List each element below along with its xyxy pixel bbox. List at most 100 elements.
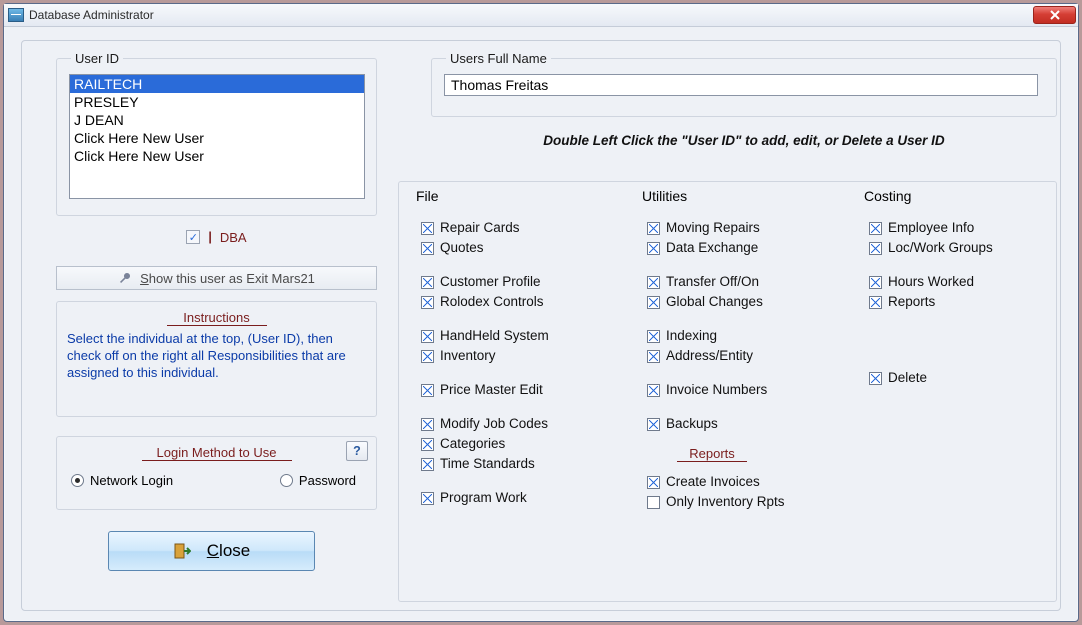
user-id-item[interactable]: J DEAN [70, 111, 364, 129]
checkbox[interactable] [647, 496, 660, 509]
checkbox[interactable] [647, 296, 660, 309]
checkbox[interactable] [647, 222, 660, 235]
perm-cost-label: Loc/Work Groups [888, 238, 993, 258]
checkbox[interactable] [421, 384, 434, 397]
perm-file-label: HandHeld System [440, 326, 549, 346]
perm-util-item[interactable]: Invoice Numbers [647, 380, 847, 400]
perm-file-label: Rolodex Controls [440, 292, 544, 312]
user-id-item[interactable]: RAILTECH [70, 75, 364, 93]
perm-util-label: Address/Entity [666, 346, 753, 366]
perm-util-label: Backups [666, 414, 718, 434]
checkbox[interactable] [421, 492, 434, 505]
show-as-exit-button[interactable]: Show this user as Exit Mars21 [56, 266, 377, 290]
checkbox[interactable] [421, 276, 434, 289]
perm-file-header: File [416, 188, 621, 204]
perm-file-item[interactable]: Categories [421, 434, 621, 454]
perm-report-item[interactable]: Create Invoices [647, 472, 847, 492]
checkbox[interactable] [421, 296, 434, 309]
checkbox[interactable] [421, 418, 434, 431]
user-id-item[interactable]: Click Here New User [70, 129, 364, 147]
perm-col-costing: Costing Employee InfoLoc/Work GroupsHour… [869, 188, 1044, 591]
fullname-legend: Users Full Name [446, 51, 551, 66]
client-area: User ID RAILTECHPRESLEYJ DEANClick Here … [21, 40, 1061, 611]
perm-util-item[interactable]: Global Changes [647, 292, 847, 312]
perm-cost-item[interactable]: Loc/Work Groups [869, 238, 1044, 258]
checkbox[interactable] [647, 384, 660, 397]
perm-delete[interactable]: Delete [869, 368, 1044, 388]
perm-file-item[interactable]: Quotes [421, 238, 621, 258]
checkbox[interactable] [869, 296, 882, 309]
checkbox[interactable] [647, 330, 660, 343]
perm-file-item[interactable]: HandHeld System [421, 326, 621, 346]
login-opt-password[interactable]: Password [280, 473, 356, 488]
perm-costing-header: Costing [864, 188, 1044, 204]
checkbox[interactable] [869, 276, 882, 289]
perm-util-item[interactable]: Indexing [647, 326, 847, 346]
perm-util-item[interactable]: Backups [647, 414, 847, 434]
checkbox[interactable] [869, 242, 882, 255]
perm-util-label: Data Exchange [666, 238, 758, 258]
dba-label: DBA [220, 230, 247, 245]
perm-file-item[interactable]: Customer Profile [421, 272, 621, 292]
perm-util-label: Global Changes [666, 292, 763, 312]
perm-util-item[interactable]: Data Exchange [647, 238, 847, 258]
perm-file-item[interactable]: Program Work [421, 488, 621, 508]
checkbox[interactable] [869, 372, 882, 385]
user-id-item[interactable]: PRESLEY [70, 93, 364, 111]
perm-util-item[interactable]: Moving Repairs [647, 218, 847, 238]
login-opt-network-label: Network Login [90, 473, 173, 488]
perm-file-item[interactable]: Rolodex Controls [421, 292, 621, 312]
perm-file-item[interactable]: Modify Job Codes [421, 414, 621, 434]
fullname-input[interactable]: Thomas Freitas [444, 74, 1038, 96]
checkbox[interactable] [421, 242, 434, 255]
checkbox[interactable] [421, 350, 434, 363]
perm-util-label: Transfer Off/On [666, 272, 759, 292]
dba-row: ✓ | DBA [56, 225, 377, 249]
perm-file-item[interactable]: Repair Cards [421, 218, 621, 238]
window-close-button[interactable] [1033, 6, 1076, 24]
checkbox[interactable] [421, 438, 434, 451]
perm-file-item[interactable]: Price Master Edit [421, 380, 621, 400]
radio-password[interactable] [280, 474, 293, 487]
close-button[interactable]: Close [108, 531, 315, 571]
user-id-hint: Double Left Click the "User ID" to add, … [431, 133, 1057, 148]
perm-report-item[interactable]: Only Inventory Rpts [647, 492, 847, 512]
login-opt-network[interactable]: Network Login [71, 473, 173, 488]
perm-file-item[interactable]: Time Standards [421, 454, 621, 474]
dba-checkbox[interactable]: ✓ [186, 230, 200, 244]
checkbox[interactable] [647, 350, 660, 363]
wrench-icon [118, 271, 132, 285]
user-id-item[interactable]: Click Here New User [70, 147, 364, 165]
perm-file-label: Modify Job Codes [440, 414, 548, 434]
perm-util-label: Indexing [666, 326, 717, 346]
close-button-label: Close [207, 541, 250, 561]
checkbox[interactable] [421, 222, 434, 235]
instructions-body: Select the individual at the top, (User … [67, 330, 366, 381]
checkbox[interactable] [421, 330, 434, 343]
checkbox[interactable] [647, 276, 660, 289]
login-method-header: Login Method to Use [142, 445, 292, 461]
perm-file-label: Inventory [440, 346, 496, 366]
door-exit-icon [173, 542, 191, 560]
checkbox[interactable] [421, 458, 434, 471]
checkbox[interactable] [647, 418, 660, 431]
checkbox[interactable] [647, 242, 660, 255]
perm-cost-item[interactable]: Reports [869, 292, 1044, 312]
user-id-list[interactable]: RAILTECHPRESLEYJ DEANClick Here New User… [69, 74, 365, 199]
perm-cost-item[interactable]: Employee Info [869, 218, 1044, 238]
checkbox[interactable] [869, 222, 882, 235]
perm-util-item[interactable]: Address/Entity [647, 346, 847, 366]
radio-network[interactable] [71, 474, 84, 487]
window-title: Database Administrator [29, 8, 154, 22]
login-help-button[interactable]: ? [346, 441, 368, 461]
perm-reports-header: Reports [677, 446, 747, 462]
perm-file-item[interactable]: Inventory [421, 346, 621, 366]
perm-report-label: Create Invoices [666, 472, 760, 492]
checkbox[interactable] [647, 476, 660, 489]
perm-file-label: Quotes [440, 238, 484, 258]
perm-cost-label: Reports [888, 292, 935, 312]
perm-file-label: Price Master Edit [440, 380, 543, 400]
perm-cost-item[interactable]: Hours Worked [869, 272, 1044, 292]
perm-util-item[interactable]: Transfer Off/On [647, 272, 847, 292]
perm-col-file: File Repair CardsQuotesCustomer ProfileR… [421, 188, 621, 591]
